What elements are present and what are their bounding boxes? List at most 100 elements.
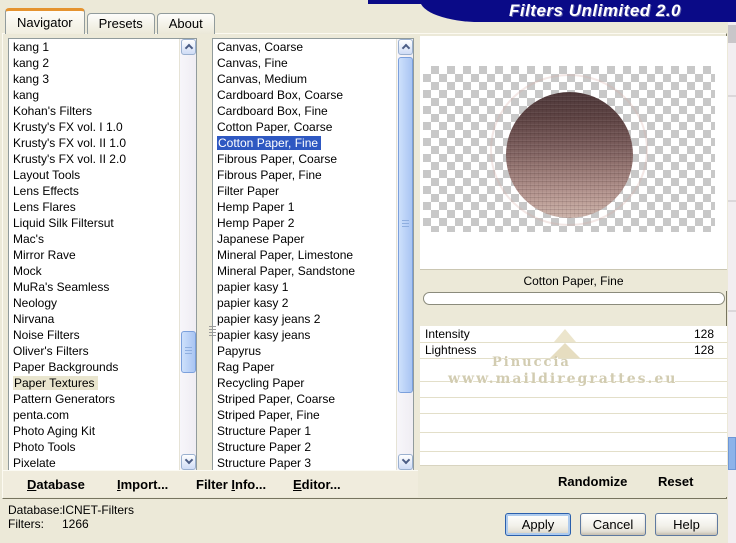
slider-value-lightness: 128	[693, 343, 714, 357]
category-list-item[interactable]: Layout Tools	[9, 167, 179, 183]
filter-list-scrollbar[interactable]	[396, 39, 413, 470]
category-list-item[interactable]: Liquid Silk Filtersut	[9, 215, 179, 231]
filter-list-item[interactable]: Structure Paper 1	[213, 423, 396, 439]
database-button[interactable]: Database	[27, 477, 85, 492]
filter-list-item[interactable]: Rag Paper	[213, 359, 396, 375]
import-button[interactable]: Import...	[117, 477, 168, 492]
category-list-item[interactable]: Photo Aging Kit	[9, 423, 179, 439]
filter-list-item[interactable]: Canvas, Fine	[213, 55, 396, 71]
database-status-value: ICNET-Filters	[62, 503, 134, 517]
filter-list-item[interactable]: Cardboard Box, Coarse	[213, 87, 396, 103]
category-list-item[interactable]: kang 3	[9, 71, 179, 87]
filter-list-item[interactable]: papier kasy 1	[213, 279, 396, 295]
slider-area: Intensity 128 Lightness 128	[420, 326, 727, 465]
window-title: Filters Unlimited 2.0	[420, 0, 736, 22]
category-list-item[interactable]: Mirror Rave	[9, 247, 179, 263]
filter-list-item[interactable]: Cotton Paper, Coarse	[213, 119, 396, 135]
category-list-item[interactable]: Krusty's FX vol. II 1.0	[9, 135, 179, 151]
category-list-item[interactable]: Mac's	[9, 231, 179, 247]
filter-list-item[interactable]: Striped Paper, Coarse	[213, 391, 396, 407]
filter-info-button[interactable]: Filter Info...	[196, 477, 266, 492]
window-edge-scrollbar[interactable]	[728, 22, 736, 543]
category-list-item[interactable]: Paper Backgrounds	[9, 359, 179, 375]
filter-list-item[interactable]: Hemp Paper 2	[213, 215, 396, 231]
reset-button[interactable]: Reset	[658, 474, 693, 489]
filter-list-item[interactable]: Structure Paper 3	[213, 455, 396, 470]
category-list-item[interactable]: Pixelate	[9, 455, 179, 470]
scroll-up-icon[interactable]	[398, 39, 413, 55]
category-list-item[interactable]: Neology	[9, 295, 179, 311]
category-list-item[interactable]: penta.com	[9, 407, 179, 423]
database-status-label: Database:	[8, 503, 63, 517]
tab-navigator[interactable]: Navigator	[5, 8, 85, 34]
category-list-item[interactable]: Kohan's Filters	[9, 103, 179, 119]
transparency-checkerboard	[423, 66, 715, 232]
category-list-item[interactable]: kang 2	[9, 55, 179, 71]
filter-list-item[interactable]: Structure Paper 2	[213, 439, 396, 455]
category-list-item[interactable]: Krusty's FX vol. I 1.0	[9, 119, 179, 135]
category-list-item[interactable]: Pattern Generators	[9, 391, 179, 407]
scrollbar-thumb[interactable]	[181, 331, 196, 373]
filter-list-item[interactable]: Japanese Paper	[213, 231, 396, 247]
filter-list-item[interactable]: papier kasy jeans	[213, 327, 396, 343]
editor-button[interactable]: Editor...	[293, 477, 341, 492]
scrollbar-thumb[interactable]	[398, 57, 413, 393]
slider-value-intensity: 128	[693, 327, 714, 341]
category-list-item[interactable]: kang 1	[9, 39, 179, 55]
filter-listbox[interactable]: Canvas, Coarse Canvas, Fine Canvas, Medium…	[212, 38, 414, 471]
filters-count-label: Filters:	[8, 517, 44, 531]
filter-list-item[interactable]: Canvas, Medium	[213, 71, 396, 87]
category-list: kang 1 kang 2 kang 3 kang Kohan's Filters Kru…	[9, 39, 179, 470]
actions-bar: Randomize Reset	[420, 465, 727, 497]
preview-texture-circle	[506, 92, 633, 218]
filter-list-item[interactable]: Fibrous Paper, Coarse	[213, 151, 396, 167]
slider-label-lightness: Lightness	[425, 343, 477, 357]
category-list-item[interactable]: kang	[9, 87, 179, 103]
category-list-item[interactable]: Lens Effects	[9, 183, 179, 199]
watermark-url: www.maildiregrattes.eu	[448, 371, 678, 387]
tab-bar: Navigator Presets About	[5, 8, 217, 34]
category-list-item[interactable]: Noise Filters	[9, 327, 179, 343]
slider-label-intensity: Intensity	[425, 327, 470, 341]
category-list-scrollbar[interactable]	[179, 39, 196, 470]
watermark-author: Pinuccia	[492, 355, 571, 370]
scroll-down-icon[interactable]	[181, 454, 196, 470]
slider-thumb-icon[interactable]	[554, 329, 576, 342]
tab-presets[interactable]: Presets	[86, 13, 155, 34]
filter-list-item[interactable]: papier kasy jeans 2	[213, 311, 396, 327]
randomize-button[interactable]: Randomize	[558, 474, 627, 489]
help-button[interactable]: Help	[655, 513, 718, 536]
filter-list-item[interactable]: Recycling Paper	[213, 375, 396, 391]
drag-handle-icon	[209, 326, 216, 338]
category-list-item[interactable]: Mock	[9, 263, 179, 279]
bottom-toolbar: Database Import... Filter Info... Editor…	[3, 470, 418, 497]
category-list-item[interactable]: Photo Tools	[9, 439, 179, 455]
selected-filter-name: Cotton Paper, Fine	[420, 269, 727, 291]
apply-button[interactable]: Apply	[505, 513, 571, 536]
filter-list: Canvas, Coarse Canvas, Fine Canvas, Medium…	[213, 39, 396, 470]
filter-list-item[interactable]: Mineral Paper, Sandstone	[213, 263, 396, 279]
filter-list-item[interactable]: Cardboard Box, Fine	[213, 103, 396, 119]
filter-list-item[interactable]: Papyrus	[213, 343, 396, 359]
tab-about[interactable]: About	[156, 13, 215, 34]
filter-list-item[interactable]: Hemp Paper 1	[213, 199, 396, 215]
scroll-down-icon[interactable]	[398, 454, 413, 470]
filter-list-item[interactable]: Fibrous Paper, Fine	[213, 167, 396, 183]
filter-list-item[interactable]: papier kasy 2	[213, 295, 396, 311]
filter-list-item[interactable]: Cotton Paper, Fine	[213, 135, 396, 151]
filter-list-item[interactable]: Filter Paper	[213, 183, 396, 199]
filter-list-item[interactable]: Striped Paper, Fine	[213, 407, 396, 423]
filter-list-item[interactable]: Canvas, Coarse	[213, 39, 396, 55]
category-list-item[interactable]: Nirvana	[9, 311, 179, 327]
category-listbox[interactable]: kang 1 kang 2 kang 3 kang Kohan's Filters Kru…	[8, 38, 197, 471]
category-list-item[interactable]: MuRa's Seamless	[9, 279, 179, 295]
category-list-item[interactable]: Lens Flares	[9, 199, 179, 215]
filters-count-value: 1266	[62, 517, 89, 531]
scroll-up-icon[interactable]	[181, 39, 196, 55]
category-list-item[interactable]: Oliver's Filters	[9, 343, 179, 359]
filters-unlimited-dialog: { "window": { "title": "Filters Unlimite…	[0, 0, 736, 543]
category-list-item[interactable]: Paper Textures	[9, 375, 179, 391]
filter-list-item[interactable]: Mineral Paper, Limestone	[213, 247, 396, 263]
cancel-button[interactable]: Cancel	[580, 513, 646, 536]
category-list-item[interactable]: Krusty's FX vol. II 2.0	[9, 151, 179, 167]
